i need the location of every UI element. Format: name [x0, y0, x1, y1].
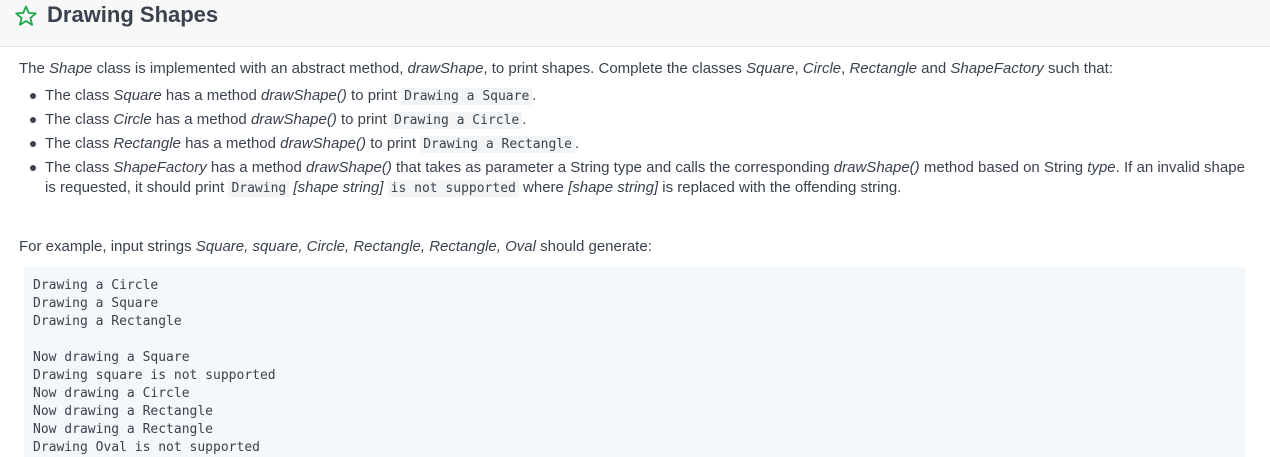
list-item: The class Circle has a method drawShape(…	[19, 110, 1254, 131]
output-line: Drawing Oval is not supported	[33, 440, 260, 455]
output-line: Drawing a Rectangle	[33, 314, 182, 329]
output-line: Now drawing a Rectangle	[33, 422, 214, 437]
star-outline-icon[interactable]	[14, 4, 38, 28]
output-line: Now drawing a Square	[33, 350, 190, 365]
requirements-list: The class Square has a method drawShape(…	[19, 86, 1254, 202]
problem-header: Drawing Shapes	[0, 0, 1270, 47]
output-line: Now drawing a Circle	[33, 386, 190, 401]
inline-code: Drawing	[228, 180, 290, 197]
page-title: Drawing Shapes	[47, 2, 219, 27]
inline-code: Drawing a Square	[401, 88, 533, 105]
sample-output-block: Drawing a Circle Drawing a Square Drawin…	[24, 267, 1246, 457]
inline-code: Drawing a Circle	[391, 112, 523, 129]
output-line: Drawing a Circle	[33, 278, 159, 293]
output-line: Now drawing a Rectangle	[33, 404, 214, 419]
output-line: Drawing a Square	[33, 296, 159, 311]
list-item: The class ShapeFactory has a method draw…	[19, 158, 1254, 199]
inline-code: Drawing a Rectangle	[420, 136, 575, 153]
example-paragraph: For example, input strings Square, squar…	[19, 238, 652, 255]
list-item: The class Square has a method drawShape(…	[19, 86, 1254, 107]
output-line: Drawing square is not supported	[33, 368, 276, 383]
inline-code: is not supported	[387, 180, 519, 197]
list-item: The class Rectangle has a method drawSha…	[19, 134, 1254, 155]
intro-paragraph: The Shape class is implemented with an a…	[19, 60, 1113, 77]
